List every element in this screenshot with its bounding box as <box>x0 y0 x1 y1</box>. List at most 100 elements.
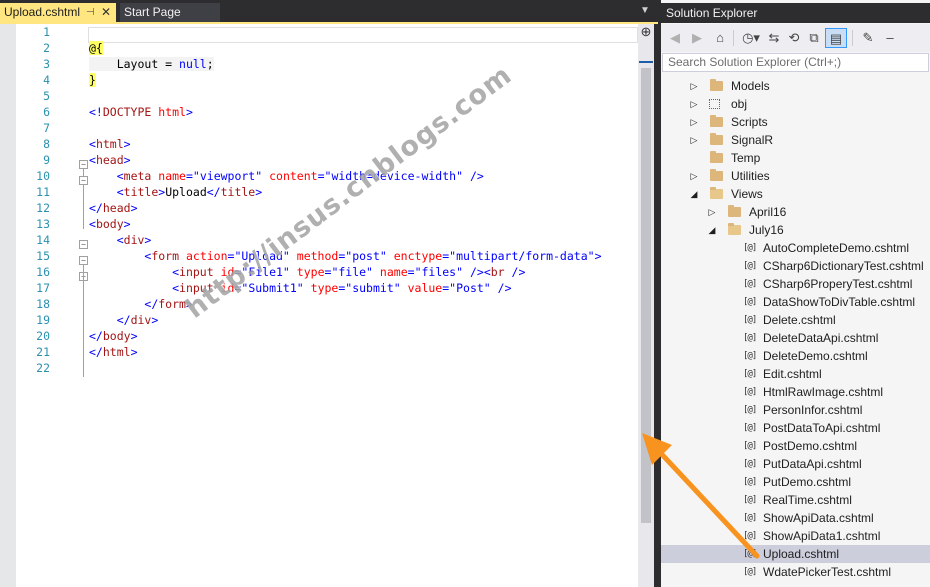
tree-item-realtime-cshtml[interactable]: [@] RealTime.cshtml <box>661 491 930 509</box>
string-token: "multipart/form-data" <box>449 249 595 263</box>
attr-token: action <box>185 249 228 263</box>
tree-item-label: Temp <box>731 151 761 165</box>
back-icon[interactable]: ◀ <box>667 28 683 48</box>
tree-item-csharp6properytest-cshtml[interactable]: [@] CSharp6ProperyTest.cshtml <box>661 275 930 293</box>
line-number: 13 <box>36 217 50 231</box>
tree-item-upload-cshtml[interactable]: [@] Upload.cshtml <box>661 545 930 563</box>
close-icon[interactable]: ✕ <box>101 3 111 22</box>
show-all-icon[interactable]: ▤ <box>825 28 847 48</box>
tag-token: head <box>102 201 131 215</box>
line-number: 10 <box>36 169 50 183</box>
tree-item-views[interactable]: ◢ Views <box>661 185 930 203</box>
pin-icon[interactable]: ⊣ <box>86 3 95 22</box>
tree-item-autocompletedemo-cshtml[interactable]: [@] AutoCompleteDemo.cshtml <box>661 239 930 257</box>
tree-item-label: Views <box>731 187 763 201</box>
copy-icon[interactable]: ⧉ <box>805 28 823 48</box>
collapsed-chevron-icon[interactable]: ▷ <box>689 77 699 95</box>
punct: <! <box>89 105 103 119</box>
collapse-icon[interactable]: − <box>79 256 88 265</box>
tag-token: meta <box>123 169 152 183</box>
tree-item-wdatepickertest-cshtml[interactable]: [@] WdatePickerTest.cshtml <box>661 563 930 581</box>
split-icon[interactable]: ⊕ <box>639 25 653 39</box>
code-editor[interactable]: 1 2 3 4 5 6 7 8 9 10 11 12 13 14 15 16 17 18 19 20 21 22 − − … <box>0 24 638 587</box>
tree-item-scripts[interactable]: ▷ Scripts <box>661 113 930 131</box>
string-token: "post" <box>345 249 387 263</box>
tree-item-label: HtmlRawImage.cshtml <box>763 385 884 399</box>
tree-item-signalr[interactable]: ▷ SignalR <box>661 131 930 149</box>
properties-icon[interactable]: ✎ <box>859 28 877 48</box>
tree-item-showapidata1-cshtml[interactable]: [@] ShowApiData1.cshtml <box>661 527 930 545</box>
collapse-icon[interactable]: ⟲ <box>785 28 803 48</box>
tag-token: body <box>102 329 131 343</box>
tree-item-label: Edit.cshtml <box>763 367 822 381</box>
line-number: 21 <box>36 345 50 359</box>
collapsed-chevron-icon[interactable]: ▷ <box>689 113 699 131</box>
tree-item-utilities[interactable]: ▷ Utilities <box>661 167 930 185</box>
pin-pane-icon[interactable]: ‒ <box>881 28 899 48</box>
solution-explorer-title: Solution Explorer <box>661 3 930 23</box>
tree-item-postdemo-cshtml[interactable]: [@] PostDemo.cshtml <box>661 437 930 455</box>
tree-item-showapidata-cshtml[interactable]: [@] ShowApiData.cshtml <box>661 509 930 527</box>
collapsed-chevron-icon[interactable]: ▷ <box>689 131 699 149</box>
collapse-icon[interactable]: − <box>79 240 88 249</box>
code-line-4: } <box>89 72 602 88</box>
home-icon[interactable]: ⌂ <box>711 28 729 48</box>
tree-item-personinfor-cshtml[interactable]: [@] PersonInfor.cshtml <box>661 401 930 419</box>
tree-item-models[interactable]: ▷ Models <box>661 77 930 95</box>
tab-upload-cshtml[interactable]: Upload.cshtml ⊣ ✕ <box>0 3 116 22</box>
tree-item-july16[interactable]: ◢ July16 <box>661 221 930 239</box>
dropdown-icon[interactable]: ▼ <box>640 5 650 16</box>
collapsed-chevron-icon[interactable]: ▷ <box>689 167 699 185</box>
tree-item-deletedataapi-cshtml[interactable]: [@] DeleteDataApi.cshtml <box>661 329 930 347</box>
attr-token: value <box>407 281 443 295</box>
code-line-3: Layout = null; <box>89 56 602 72</box>
tree-item-deletedemo-cshtml[interactable]: [@] DeleteDemo.cshtml <box>661 347 930 365</box>
line-number: 14 <box>36 233 50 247</box>
history-icon[interactable]: ◷▾ <box>739 28 763 48</box>
expanded-chevron-icon[interactable]: ◢ <box>689 185 699 203</box>
code-line-15: <form action="Upload" method="post" enct… <box>144 249 602 263</box>
tree-item-htmlrawimage-cshtml[interactable]: [@] HtmlRawImage.cshtml <box>661 383 930 401</box>
scroll-thumb[interactable] <box>641 68 651 523</box>
collapse-icon[interactable]: − <box>79 176 88 185</box>
tree-item-postdatatoapi-cshtml[interactable]: [@] PostDataToApi.cshtml <box>661 419 930 437</box>
tag-token: head <box>95 153 124 167</box>
tree-item-delete-cshtml[interactable]: [@] Delete.cshtml <box>661 311 930 329</box>
tree-item-putdemo-cshtml[interactable]: [@] PutDemo.cshtml <box>661 473 930 491</box>
search-input[interactable]: Search Solution Explorer (Ctrl+;) <box>662 53 929 72</box>
tree-item-april16[interactable]: ▷ April16 <box>661 203 930 221</box>
tree-item-putdataapi-cshtml[interactable]: [@] PutDataApi.cshtml <box>661 455 930 473</box>
collapse-icon[interactable]: − <box>79 160 88 169</box>
razor-file-icon: [@] <box>743 279 757 289</box>
razor-file-icon: [@] <box>743 531 757 541</box>
string-token: "submit" <box>345 281 401 295</box>
vertical-scrollbar[interactable]: ⊕ <box>638 24 654 587</box>
tree-item-label: Delete.cshtml <box>763 313 836 327</box>
string-token: "file" <box>331 265 373 279</box>
collapsed-chevron-icon[interactable]: ▷ <box>689 95 699 113</box>
tree-item-datashowtodivtable-cshtml[interactable]: [@] DataShowToDivTable.cshtml <box>661 293 930 311</box>
expanded-chevron-icon[interactable]: ◢ <box>707 221 717 239</box>
sync-icon[interactable]: ⇆ <box>765 28 783 48</box>
tree-item-temp[interactable]: Temp <box>661 149 930 167</box>
tab-start-page[interactable]: Start Page <box>120 3 220 22</box>
tree-item-label: ShowApiData.cshtml <box>763 511 874 525</box>
toolbar-separator <box>733 30 734 46</box>
line-number: 17 <box>36 281 50 295</box>
tree-item-edit-cshtml[interactable]: [@] Edit.cshtml <box>661 365 930 383</box>
tree-item-label: CSharp6DictionaryTest.cshtml <box>763 259 924 273</box>
collapsed-chevron-icon[interactable]: ▷ <box>707 203 717 221</box>
tree-item-obj[interactable]: ▷ obj <box>661 95 930 113</box>
razor-open: @{ <box>89 41 103 55</box>
tab-label: Upload.cshtml <box>4 5 81 19</box>
outlining-margin: − − − − − <box>74 24 88 587</box>
open-folder-icon <box>710 187 723 199</box>
doctype-token: DOCTYPE <box>102 105 152 119</box>
razor-file-icon: [@] <box>743 513 757 523</box>
forward-icon[interactable]: ▶ <box>689 28 705 48</box>
semi-token: ; <box>206 57 214 71</box>
line-numbers: 1 2 3 4 5 6 7 8 9 10 11 12 13 14 15 16 17 18 19 20 21 22 <box>16 24 52 376</box>
tree-item-csharp6dictionarytest-cshtml[interactable]: [@] CSharp6DictionaryTest.cshtml <box>661 257 930 275</box>
code-line-18: </form> <box>144 297 193 311</box>
